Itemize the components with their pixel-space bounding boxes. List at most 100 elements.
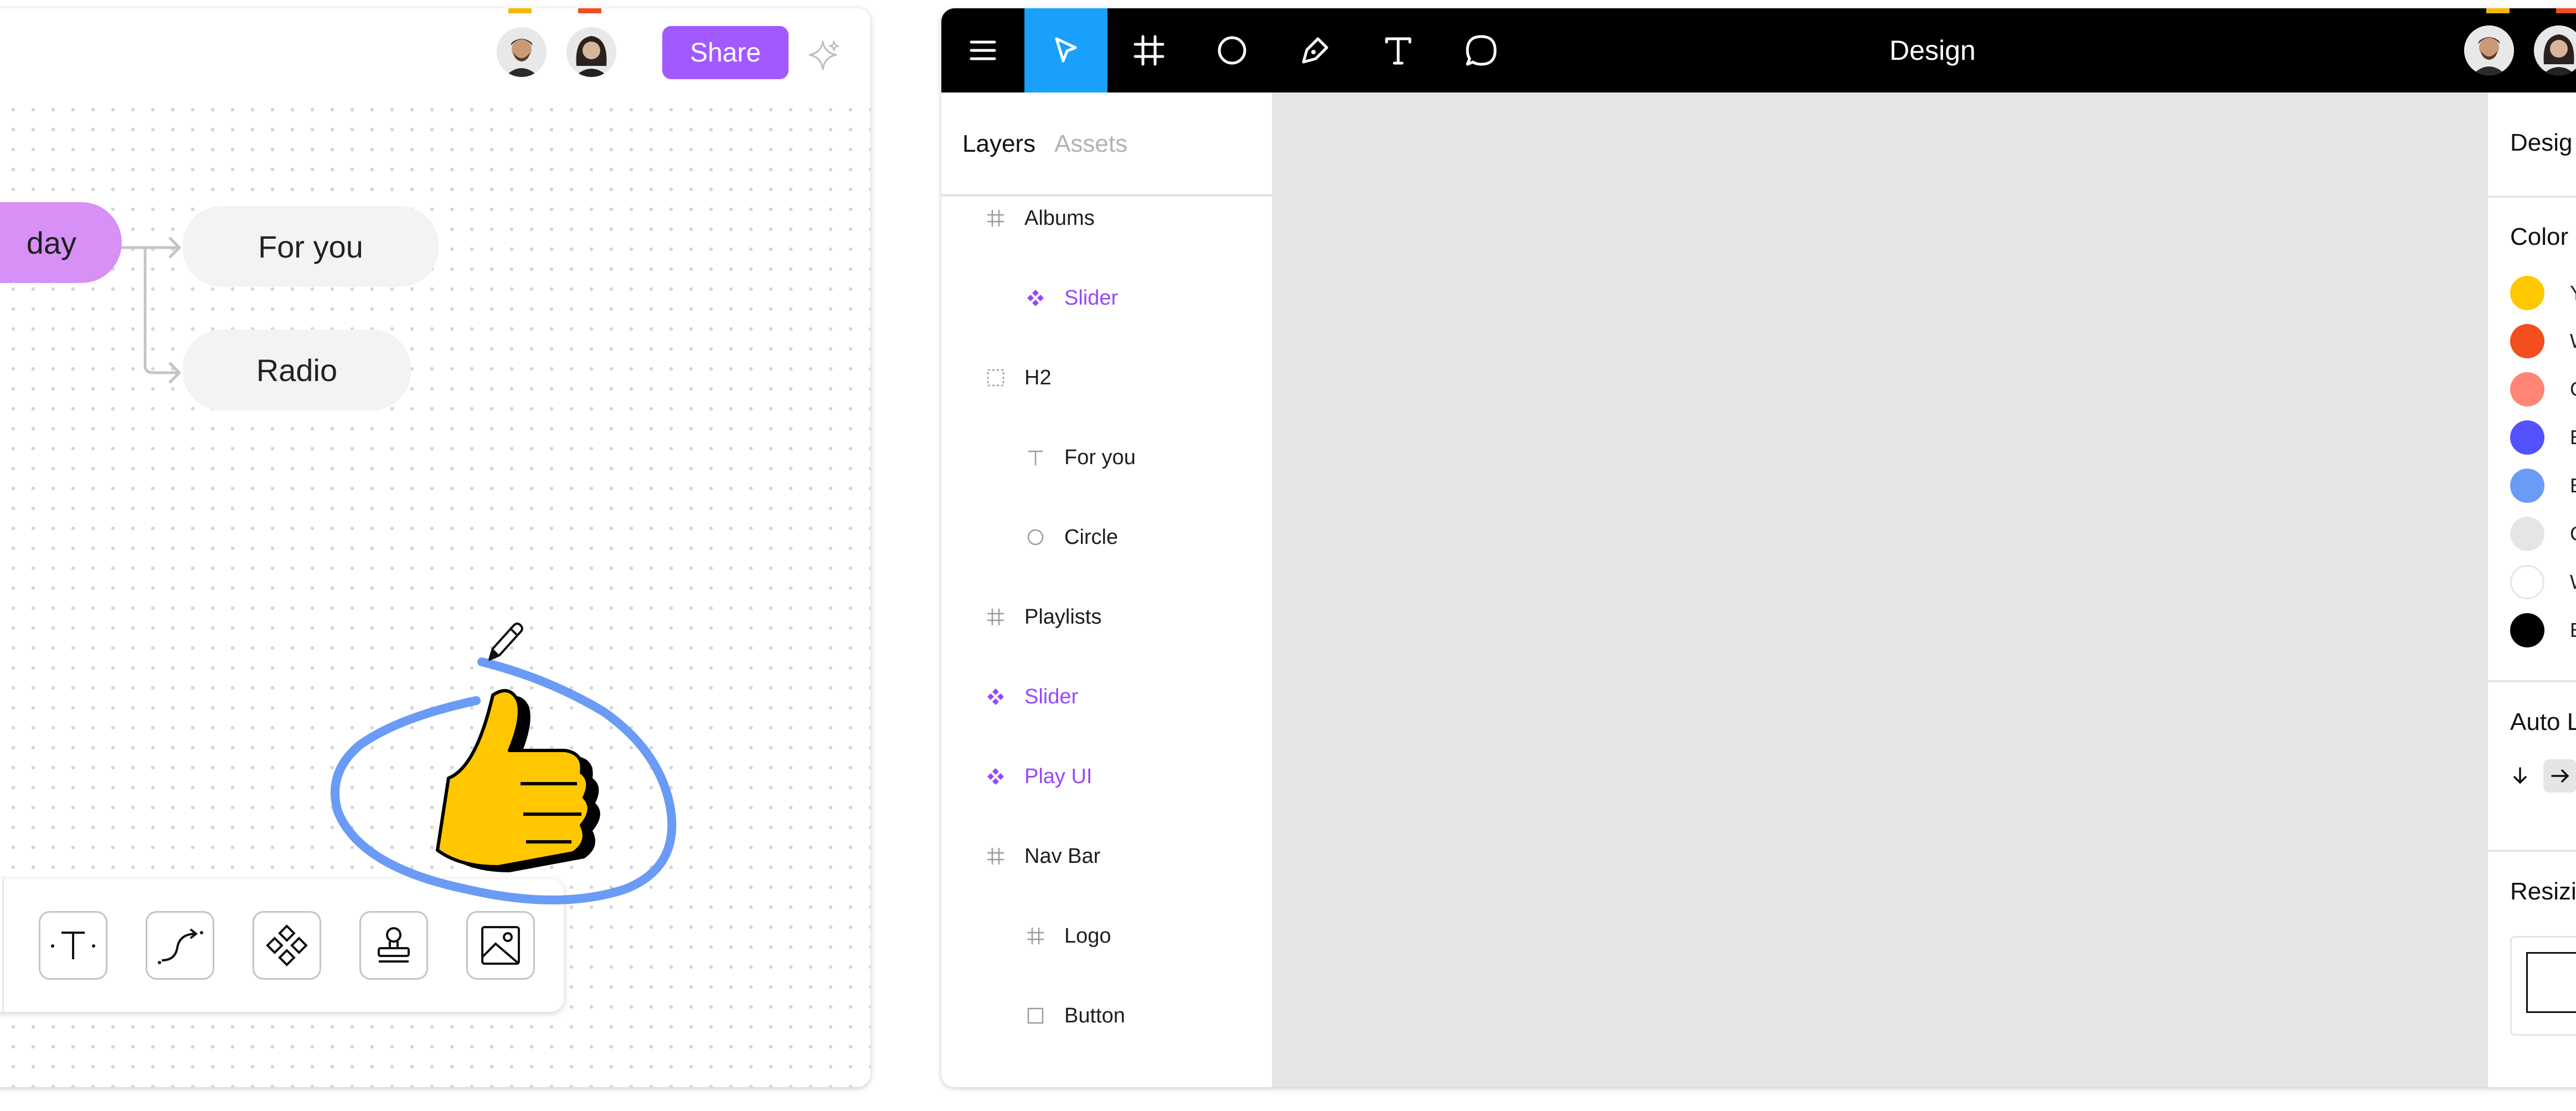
pen-tool-button[interactable]	[1274, 8, 1357, 92]
whiteboard-window: Share day For you Radio	[0, 8, 870, 1087]
color-style-label: E	[2570, 474, 2576, 497]
layer-row[interactable]: Logo	[941, 896, 1274, 976]
layer-label: For you	[1064, 445, 1136, 469]
ellipse-icon	[1023, 525, 1048, 549]
properties-panel: Desig Color YWCEECWE Auto L Resizi	[2486, 92, 2576, 1087]
resizing-section-title: Resizi	[2510, 878, 2576, 905]
arrow-down-icon[interactable]	[2509, 765, 2531, 787]
color-style-row[interactable]: W	[2510, 317, 2576, 365]
tab-layers[interactable]: Layers	[962, 130, 1035, 163]
color-style-row[interactable]: E	[2510, 413, 2576, 461]
share-button[interactable]: Share	[662, 26, 789, 79]
frame-tool-button[interactable]	[1107, 8, 1191, 92]
menu-icon	[970, 40, 996, 60]
layer-row[interactable]: Circle	[941, 497, 1274, 577]
thumbs-up-icon[interactable]	[432, 684, 609, 894]
connector-tool-icon	[158, 928, 203, 964]
layer-label: Circle	[1064, 525, 1119, 549]
color-styles-list: YWCEECWE	[2510, 269, 2576, 654]
cursor-flag-yellow	[508, 8, 532, 13]
color-style-label: E	[2570, 619, 2576, 642]
resizing-preview-frame	[2526, 952, 2576, 1013]
color-style-label: W	[2570, 330, 2576, 353]
text-icon	[1385, 37, 1411, 65]
layer-label: Nav Bar	[1024, 844, 1101, 868]
layers-panel: Layers Assets Albums Slider H2 For you Circl…	[941, 92, 1274, 1087]
layer-row[interactable]: Slider	[941, 657, 1274, 737]
component-icon	[983, 685, 1008, 709]
toolbar-divider	[2, 879, 4, 1012]
sparkle-icon[interactable]	[806, 38, 842, 74]
color-swatch	[2510, 323, 2544, 358]
mindmap-connector	[119, 236, 181, 384]
component-icon	[1023, 286, 1048, 310]
main-menu-button[interactable]	[941, 8, 1024, 92]
layer-label: H2	[1024, 366, 1052, 389]
cursor-flag-red	[578, 8, 601, 13]
component-tool-button[interactable]	[253, 911, 321, 980]
comment-icon	[1466, 35, 1497, 66]
document-title: Design	[1889, 35, 1976, 66]
text-tool-button[interactable]	[1357, 8, 1440, 92]
rectangle-icon	[1023, 1004, 1048, 1028]
layer-row[interactable]: Button	[941, 976, 1274, 1056]
frame-icon	[1134, 35, 1165, 66]
layer-row[interactable]: Play UI	[941, 737, 1274, 816]
text-icon	[1023, 445, 1048, 470]
frame-icon	[983, 844, 1008, 868]
comment-tool-button[interactable]	[1440, 8, 1523, 92]
color-style-row[interactable]: W	[2510, 558, 2576, 606]
cursor-flag-yellow	[2486, 8, 2510, 13]
collaborator-avatar[interactable]	[497, 27, 547, 77]
color-swatch	[2510, 275, 2544, 310]
layer-row[interactable]: Nav Bar	[941, 816, 1274, 896]
text-tool-button[interactable]	[39, 911, 107, 980]
properties-divider	[2488, 196, 2576, 198]
layer-label: Play UI	[1024, 764, 1093, 788]
color-style-row[interactable]: Y	[2510, 269, 2576, 317]
mindmap-node-today[interactable]: day	[0, 202, 122, 283]
color-style-row[interactable]: C	[2510, 510, 2576, 558]
color-style-label: Y	[2570, 281, 2576, 305]
component-tool-icon	[266, 924, 308, 966]
layer-label: Logo	[1064, 924, 1111, 948]
color-style-label: C	[2570, 522, 2576, 546]
layer-row[interactable]: Albums	[941, 178, 1274, 258]
layer-row[interactable]: H2	[941, 338, 1274, 418]
layer-label: Playlists	[1024, 605, 1102, 629]
color-style-label: W	[2570, 570, 2576, 594]
mindmap-node-for-you[interactable]: For you	[183, 206, 439, 287]
resizing-preview[interactable]	[2510, 936, 2576, 1036]
connector-tool-button[interactable]	[146, 911, 214, 980]
frame-icon	[983, 206, 1008, 230]
layer-row[interactable]: For you	[941, 418, 1274, 497]
design-topbar: Design	[941, 8, 2576, 92]
mindmap-node-radio[interactable]: Radio	[183, 330, 411, 410]
layer-label: Slider	[1064, 286, 1119, 310]
collaborator-avatar[interactable]	[2534, 25, 2576, 75]
color-style-row[interactable]: E	[2510, 606, 2576, 654]
ellipse-tool-button[interactable]	[1191, 8, 1274, 92]
color-swatch	[2510, 468, 2544, 503]
collaborator-avatar[interactable]	[566, 27, 616, 77]
component-icon	[983, 764, 1008, 789]
layer-row[interactable]: Playlists	[941, 577, 1274, 657]
arrow-right-icon	[2551, 769, 2569, 783]
move-tool-button[interactable]	[1024, 8, 1107, 92]
collaborator-avatar[interactable]	[2464, 25, 2514, 75]
color-style-row[interactable]: E	[2510, 461, 2576, 510]
layers-tabs: Layers Assets	[962, 130, 1127, 163]
cursor-flag-red	[2556, 8, 2576, 13]
layer-row[interactable]: Slider	[941, 258, 1274, 338]
color-swatch	[2510, 613, 2544, 647]
properties-divider	[2488, 850, 2576, 852]
tab-assets[interactable]: Assets	[1054, 130, 1127, 163]
layer-label: Albums	[1024, 206, 1095, 230]
auto-layout-section-title: Auto L	[2510, 708, 2576, 735]
design-canvas[interactable]	[1274, 92, 2486, 1087]
layer-label: Button	[1064, 1004, 1125, 1027]
color-style-row[interactable]: C	[2510, 365, 2576, 413]
auto-layout-horizontal-button[interactable]	[2543, 759, 2576, 793]
color-swatch	[2510, 516, 2544, 551]
color-style-label: E	[2570, 426, 2576, 449]
